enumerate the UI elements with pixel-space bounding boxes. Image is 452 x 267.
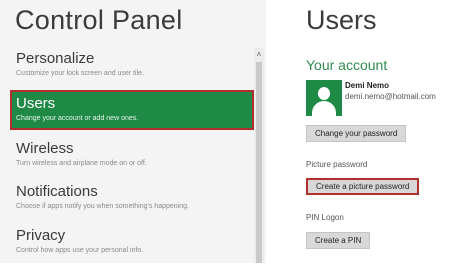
- nav-item-description: Control how apps use your personal info.: [16, 247, 144, 254]
- scroll-up-arrow-icon[interactable]: ˄: [254, 50, 264, 60]
- nav-item-wireless[interactable]: Wireless Turn wireless and airplane mode…: [10, 140, 254, 180]
- users-settings-pane: Users Your account Demi Nemo demi.nemo@h…: [266, 0, 452, 263]
- user-email: demi.nemo@hotmail.com: [345, 92, 436, 101]
- nav-item-title: Notifications: [16, 183, 98, 200]
- control-panel-nav-pane: Control Panel Personalize Customize your…: [0, 0, 266, 263]
- your-account-heading: Your account: [306, 57, 388, 73]
- nav-item-description: Choose if apps notify you when something…: [16, 203, 189, 210]
- nav-scrollbar[interactable]: ˄: [254, 48, 264, 263]
- page-title: Control Panel: [15, 5, 183, 35]
- user-avatar-icon: [306, 80, 342, 116]
- avatar-head-shape: [318, 87, 330, 100]
- nav-item-description: Turn wireless and airplane mode on or of…: [16, 160, 147, 167]
- nav-item-title: Wireless: [16, 140, 74, 157]
- create-pin-button[interactable]: Create a PIN: [306, 232, 371, 249]
- user-name: Demi Nemo: [345, 81, 390, 90]
- scrollbar-thumb[interactable]: [256, 62, 262, 263]
- avatar-body-shape: [312, 101, 336, 116]
- nav-item-title: Privacy: [16, 227, 66, 244]
- nav-item-description: Change your account or add new ones.: [16, 115, 139, 122]
- nav-item-users[interactable]: Users Change your account or add new one…: [10, 90, 254, 130]
- nav-item-description: Customize your lock screen and user tile…: [16, 70, 144, 77]
- create-picture-password-button[interactable]: Create a picture password: [306, 178, 420, 195]
- section-title: Users: [306, 5, 377, 35]
- pin-logon-label: PIN Logon: [306, 213, 344, 222]
- change-password-button[interactable]: Change your password: [306, 125, 407, 142]
- nav-item-personalize[interactable]: Personalize Customize your lock screen a…: [10, 50, 254, 90]
- nav-item-notifications[interactable]: Notifications Choose if apps notify you …: [10, 183, 254, 223]
- nav-item-title: Personalize: [16, 50, 95, 67]
- picture-password-label: Picture password: [306, 160, 368, 169]
- nav-item-privacy[interactable]: Privacy Control how apps use your person…: [10, 227, 254, 267]
- nav-item-title: Users: [16, 95, 56, 112]
